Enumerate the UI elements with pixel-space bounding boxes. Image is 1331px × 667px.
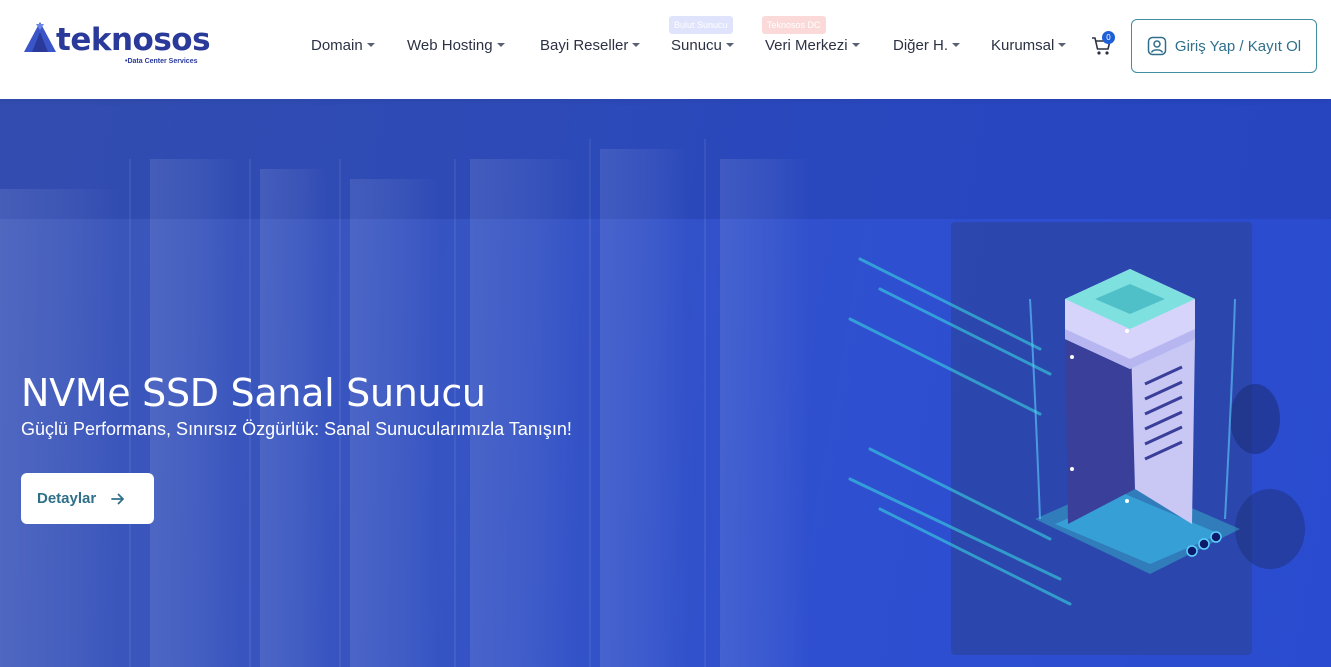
details-label: Detaylar (37, 490, 97, 507)
brand-tagline: •Data Center Services (125, 58, 198, 65)
caret-down-icon (725, 43, 734, 48)
nav-item-diger[interactable]: Diğer H. (893, 34, 961, 58)
nav-label: Kurumsal (991, 37, 1055, 54)
badge-bulut-sunucu: Bulut Sunucu (669, 16, 733, 34)
nav-item-veri-merkezi[interactable]: Veri Merkezi (765, 34, 860, 58)
nav-item-bayi-reseller[interactable]: Bayi Reseller (540, 34, 641, 58)
hero-subtitle: Güçlü Performans, Sınırsız Özgürlük: San… (21, 419, 572, 439)
cart-count-badge: 0 (1102, 31, 1115, 44)
nav-item-kurumsal[interactable]: Kurumsal (991, 34, 1067, 58)
caret-down-icon (496, 43, 505, 48)
site-header: teknosos •Data Center Services Domain We… (0, 0, 1331, 99)
brand-name: teknosos (56, 22, 211, 58)
server-illustration (848, 257, 1305, 606)
logo-mark-icon (24, 22, 56, 52)
user-icon (1147, 36, 1167, 56)
nav-label: Veri Merkezi (765, 37, 848, 54)
brand-logo[interactable]: teknosos •Data Center Services (22, 18, 222, 70)
caret-down-icon (366, 43, 375, 48)
hero-title: NVMe SSD Sanal Sunucu (21, 371, 486, 415)
login-register-button[interactable]: Giriş Yap / Kayıt Ol (1131, 19, 1317, 73)
caret-down-icon (952, 43, 961, 48)
caret-down-icon (1058, 43, 1067, 48)
caret-down-icon (851, 43, 860, 48)
nav-label: Sunucu (671, 37, 722, 54)
nav-label: Bayi Reseller (540, 37, 629, 54)
nav-label: Domain (311, 37, 363, 54)
nav-item-domain[interactable]: Domain (311, 34, 375, 58)
hero-banner: NVMe SSD Sanal Sunucu Güçlü Performans, … (0, 99, 1331, 667)
login-label: Giriş Yap / Kayıt Ol (1174, 37, 1302, 55)
nav-label: Diğer H. (893, 37, 949, 54)
caret-down-icon (632, 43, 641, 48)
arrow-right-icon (111, 493, 125, 504)
nav-item-sunucu[interactable]: Sunucu (671, 34, 734, 58)
details-button[interactable]: Detaylar (21, 473, 154, 524)
nav-label: Web Hosting (407, 37, 493, 54)
badge-teknosos-dc: Teknosos DC (762, 16, 826, 34)
nav-item-web-hosting[interactable]: Web Hosting (407, 34, 505, 58)
